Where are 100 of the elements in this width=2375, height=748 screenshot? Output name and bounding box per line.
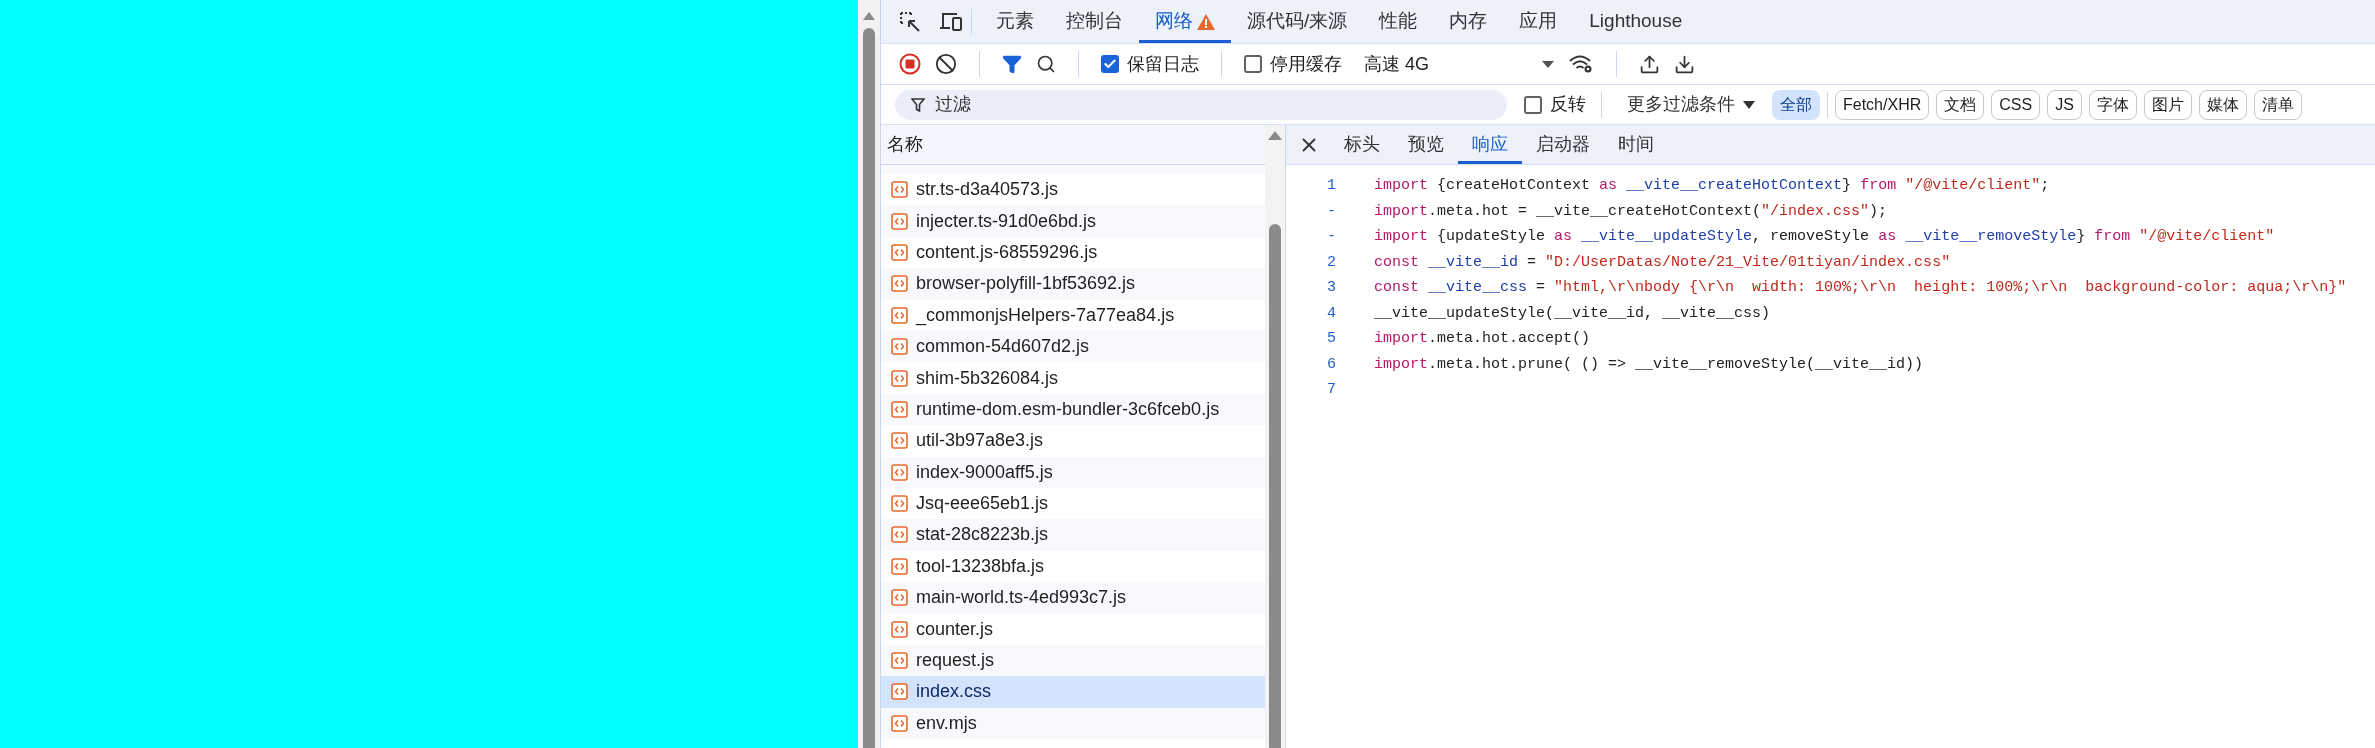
clear-icon[interactable] [935, 53, 957, 75]
file-name: shim-5b326084.js [916, 366, 1059, 390]
line-number: - [1326, 227, 1337, 247]
file-script-icon [891, 400, 908, 418]
code-line: import {updateStyle as __vite__updateStyle, removeStyle as __vite__removeStyle} from "/@vite/client" [1374, 227, 2275, 247]
type-filter-chip[interactable]: Fetch/XHR [1835, 89, 1930, 120]
type-filter-chip[interactable]: CSS [1991, 89, 2041, 120]
file-name: main-world.ts-4ed993c7.js [916, 586, 1127, 610]
file-script-icon [891, 463, 908, 481]
detail-tab[interactable]: 预览 [1394, 125, 1458, 164]
panel-tab[interactable]: 性能 [1363, 0, 1434, 43]
file-name: index-9000aff5.js [916, 460, 1053, 484]
caret-icon [1743, 100, 1755, 109]
detail-tab[interactable]: 时间 [1604, 125, 1668, 164]
throttling-select[interactable]: 高速 4G [1364, 50, 1554, 78]
file-name: request.js [916, 649, 995, 673]
inspect-element-icon[interactable] [899, 10, 921, 33]
file-script-icon [891, 338, 908, 356]
type-filter-chip[interactable]: 清单 [2253, 89, 2302, 120]
request-row[interactable]: injecter.ts-91d0e6bd.js [881, 205, 1265, 237]
file-script-icon [891, 495, 908, 513]
file-script-icon [891, 652, 908, 670]
type-filter-chip[interactable]: 文档 [1936, 89, 1985, 120]
line-number: 6 [1326, 354, 1337, 375]
scroll-up-icon [1268, 131, 1282, 140]
request-row[interactable]: runtime-dom.esm-bundler-3c6fceb0.js [881, 393, 1265, 426]
request-row[interactable]: env.mjs [881, 707, 1265, 740]
panel-tab[interactable]: 源代码/来源 [1231, 0, 1364, 43]
filter-input[interactable]: 过滤 [895, 89, 1507, 120]
file-name: browser-polyfill-1bf53692.js [916, 272, 1136, 296]
file-script-icon [891, 557, 908, 575]
request-row[interactable]: index-9000aff5.js [881, 456, 1265, 488]
panel-tab[interactable]: Lighthouse [1573, 0, 1699, 43]
file-name: str.ts-d3a40573.js [916, 178, 1059, 202]
request-row[interactable]: browser-polyfill-1bf53692.js [881, 268, 1265, 300]
file-script-icon [891, 243, 908, 261]
line-number: - [1326, 201, 1337, 222]
checkbox-label: 反转 [1550, 93, 1586, 116]
detail-tab[interactable]: 响应 [1458, 125, 1522, 164]
device-toolbar-icon[interactable] [939, 10, 963, 33]
file-script-icon [891, 526, 908, 544]
stop-recording-icon[interactable] [899, 53, 921, 75]
checkbox[interactable] [1101, 55, 1119, 73]
scrollbar-thumb[interactable] [1269, 224, 1281, 748]
code-line: import {createHotContext as __vite__createHotContext} from "/@vite/client"; [1374, 176, 2050, 196]
request-row[interactable]: main-world.ts-4ed993c7.js [881, 582, 1265, 614]
detail-tab[interactable]: 启动器 [1522, 125, 1604, 164]
column-header[interactable]: 名称 [881, 125, 1265, 165]
export-icon[interactable] [1674, 53, 1695, 75]
panel-tab[interactable]: 控制台 [1050, 0, 1139, 43]
file-script-icon [891, 369, 908, 387]
file-script-icon [891, 589, 908, 607]
file-name: tool-13238bfa.js [916, 554, 1045, 578]
checkbox[interactable] [1244, 55, 1262, 73]
panel-tab[interactable]: 内存 [1433, 0, 1504, 43]
file-script-icon [891, 620, 908, 638]
code-line: __vite__updateStyle(__vite__id, __vite__css) [1374, 303, 1771, 324]
scrollbar-thumb[interactable] [863, 28, 875, 748]
file-name: injecter.ts-91d0e6bd.js [916, 209, 1097, 233]
file-script-icon [891, 275, 908, 293]
more-filters-dropdown[interactable]: 更多过滤条件 [1617, 91, 1765, 118]
filter-icon[interactable] [1002, 54, 1022, 74]
file-name: _commonjsHelpers-7a77ea84.js [916, 303, 1175, 328]
file-script-icon [891, 181, 908, 199]
line-number: 2 [1326, 252, 1337, 273]
checkbox[interactable] [1524, 95, 1542, 114]
panel-tab[interactable]: 元素 [980, 0, 1050, 43]
type-filter-chip[interactable]: JS [2047, 89, 2082, 120]
request-row[interactable]: common-54d607d2.js [881, 330, 1265, 363]
file-name: Jsq-eee65eb1.js [916, 492, 1049, 516]
import-icon[interactable] [1639, 53, 1660, 75]
file-name: common-54d607d2.js [916, 335, 1090, 359]
line-number: 7 [1326, 380, 1337, 400]
type-filter-chip[interactable]: 全部 [1772, 89, 1820, 120]
request-row[interactable]: stat-28c8223b.js [881, 519, 1265, 551]
type-filter-chip[interactable]: 图片 [2143, 89, 2192, 120]
file-script-icon [891, 683, 908, 701]
type-filter-chip[interactable]: 字体 [2088, 89, 2137, 120]
code-line: const __vite__id = "D:/UserDatas/Note/21_Vite/01tiyan/index.css" [1374, 252, 1951, 273]
checkmark-icon [1103, 57, 1117, 71]
request-row[interactable]: index.css [881, 676, 1265, 708]
panel-tab[interactable]: 网络 [1139, 0, 1231, 43]
panel-tab[interactable]: 应用 [1503, 0, 1574, 43]
line-number: 1 [1326, 176, 1337, 196]
file-name: runtime-dom.esm-bundler-3c6fceb0.js [916, 397, 1220, 421]
code-line: import.meta.hot = __vite__createHotContext("/index.css"); [1374, 201, 1888, 222]
file-name: stat-28c8223b.js [916, 523, 1049, 547]
network-settings-icon[interactable] [1568, 54, 1594, 74]
checkbox-label: 保留日志 [1127, 52, 1199, 76]
file-name: util-3b97a8e3.js [916, 429, 1044, 453]
file-name: content.js-68559296.js [916, 240, 1098, 264]
detail-tab[interactable]: 标头 [1330, 125, 1394, 164]
line-number: 5 [1326, 329, 1337, 349]
code-line: import.meta.hot.accept() [1374, 329, 1591, 349]
request-row[interactable]: request.js [881, 644, 1265, 677]
type-filter-chip[interactable]: 媒体 [2198, 89, 2247, 120]
file-script-icon [891, 432, 908, 450]
checkbox-label: 停用缓存 [1270, 52, 1342, 76]
code-line: import.meta.hot.prune( () => __vite__removeStyle(__vite__id)) [1374, 354, 1924, 375]
search-icon[interactable] [1036, 54, 1056, 74]
